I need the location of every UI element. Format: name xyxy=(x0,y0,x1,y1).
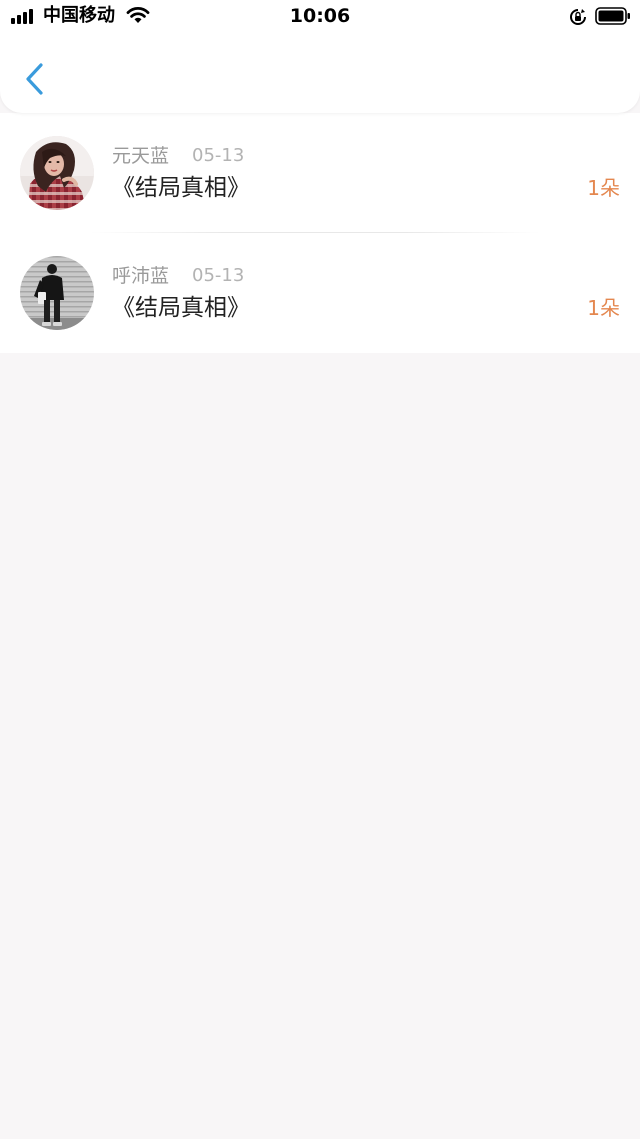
sender-name: 呼沛蓝 xyxy=(112,265,170,287)
nav-header: 中国移动 10:06 xyxy=(0,0,640,113)
list-item[interactable]: 元天蓝 05-13 《结局真相》 1朵 xyxy=(0,113,640,233)
avatar[interactable] xyxy=(20,256,94,330)
record-date: 05-13 xyxy=(192,145,245,166)
list-item[interactable]: 呼沛蓝 05-13 《结局真相》 1朵 xyxy=(0,233,640,353)
avatar[interactable] xyxy=(20,136,94,210)
rotation-lock-icon xyxy=(570,9,586,25)
chevron-left-icon xyxy=(26,63,43,95)
book-title[interactable]: 《结局真相》 xyxy=(112,293,250,323)
record-date: 05-13 xyxy=(192,265,245,286)
status-time: 10:06 xyxy=(289,5,351,27)
book-title[interactable]: 《结局真相》 xyxy=(112,173,250,203)
flower-count: 1朵 xyxy=(587,296,620,320)
record-list: 元天蓝 05-13 《结局真相》 1朵 呼沛蓝 05-13 《结局真相》 1朵 xyxy=(0,113,640,353)
flower-count: 1朵 xyxy=(587,176,620,200)
battery-icon xyxy=(595,7,630,25)
sender-name: 元天蓝 xyxy=(112,145,170,167)
status-bar: 中国移动 10:06 xyxy=(0,0,640,32)
back-button[interactable] xyxy=(18,58,52,100)
